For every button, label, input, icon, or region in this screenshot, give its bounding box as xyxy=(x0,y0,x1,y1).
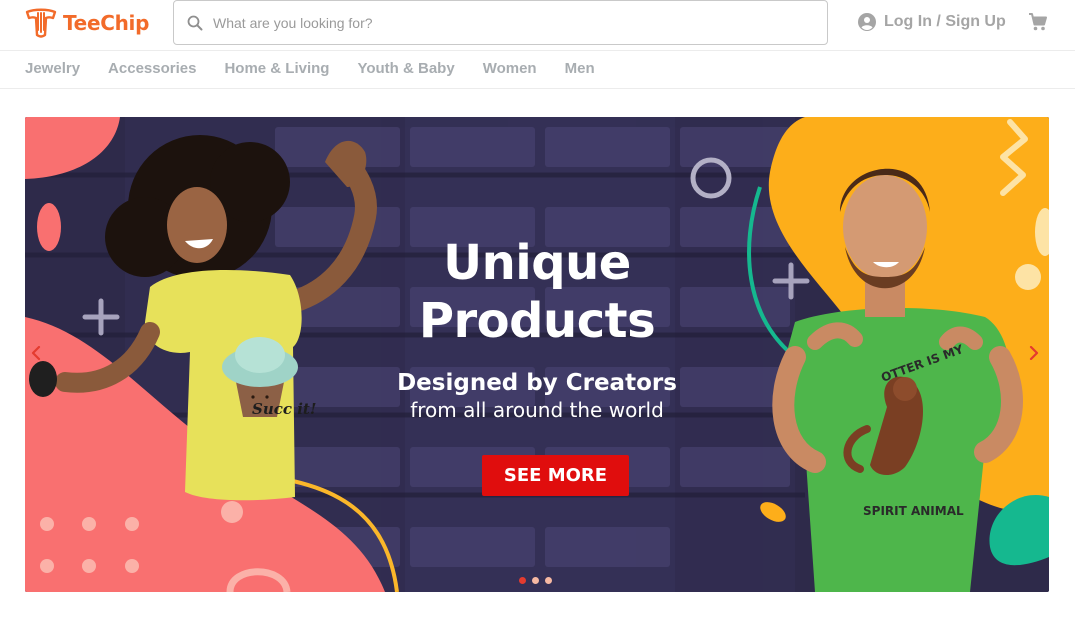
hero-banner[interactable]: Succ it! OTTER IS MY SPIRIT ANIMAL Uniqu… xyxy=(25,117,1049,592)
banner-dot-3[interactable] xyxy=(545,577,552,584)
login-signup-link[interactable]: Log In / Sign Up xyxy=(858,11,1006,33)
category-accessories[interactable]: Accessories xyxy=(108,60,196,77)
teechip-logo[interactable]: TeeChip xyxy=(24,7,149,39)
search-bar[interactable] xyxy=(173,0,828,45)
banner-pagination xyxy=(519,577,552,584)
shirt-right-text-bottom: SPIRIT ANIMAL xyxy=(863,504,964,518)
cart-icon[interactable] xyxy=(1028,12,1048,32)
category-jewelry[interactable]: Jewelry xyxy=(25,60,80,77)
banner-title-line1: Unique xyxy=(443,235,631,291)
category-nav: Jewelry Accessories Home & Living Youth … xyxy=(0,51,1075,89)
banner-background-artwork: Succ it! OTTER IS MY SPIRIT ANIMAL xyxy=(25,117,1049,592)
banner-prev-button[interactable] xyxy=(27,343,45,363)
search-input[interactable] xyxy=(213,2,793,43)
banner-subtitle-line1: Designed by Creators xyxy=(397,370,677,396)
banner-dot-2[interactable] xyxy=(532,577,539,584)
banner-title: Unique Products xyxy=(25,234,1049,350)
search-icon xyxy=(187,15,203,30)
see-more-button[interactable]: SEE MORE xyxy=(482,455,629,496)
category-women[interactable]: Women xyxy=(483,60,537,77)
teechip-logo-icon xyxy=(25,8,57,38)
user-circle-icon xyxy=(858,13,876,31)
category-youth-baby[interactable]: Youth & Baby xyxy=(357,60,454,77)
category-home-living[interactable]: Home & Living xyxy=(224,60,329,77)
category-men[interactable]: Men xyxy=(565,60,595,77)
banner-subtitle-line2: from all around the world xyxy=(410,398,664,422)
chevron-right-icon xyxy=(1029,346,1039,360)
logo-text: TeeChip xyxy=(63,11,150,35)
banner-title-line2: Products xyxy=(418,293,656,349)
login-signup-label: Log In / Sign Up xyxy=(884,13,1006,30)
banner-dot-1[interactable] xyxy=(519,577,526,584)
site-header: TeeChip Log In / Sign Up xyxy=(0,0,1075,51)
chevron-left-icon xyxy=(31,346,41,360)
banner-next-button[interactable] xyxy=(1025,343,1043,363)
